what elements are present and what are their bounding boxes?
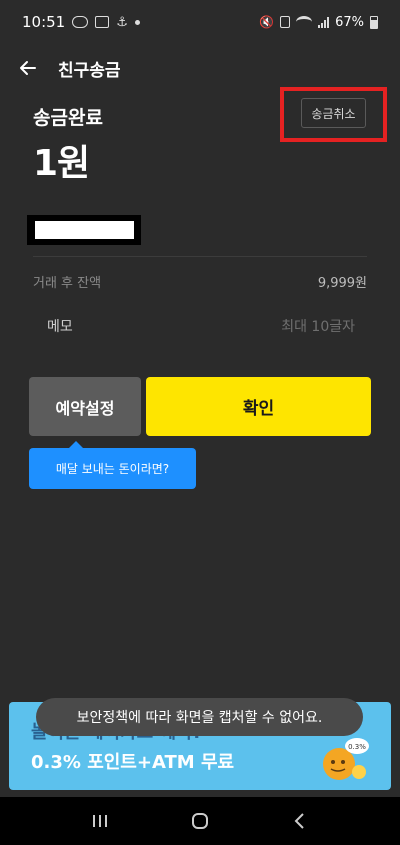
signal-icon (318, 16, 330, 28)
redacted-recipient-fill (35, 221, 134, 239)
more-notifications-dot-icon (134, 19, 140, 25)
status-left: 10:51 ⚓ (22, 13, 140, 31)
banner-line2: 0.3% 포인트+ATM 무료 (31, 752, 235, 773)
status-bar: 10:51 ⚓ 🔇 67% (0, 0, 400, 44)
balance-value: 9,999원 (317, 275, 367, 291)
transfer-complete-label: 송금완료 (33, 107, 103, 129)
memo-label: 메모 (47, 319, 73, 335)
memo-row[interactable]: 메모 최대 10글자 (33, 314, 367, 338)
memo-input[interactable]: 최대 10글자 (281, 316, 355, 336)
arrow-left-icon[interactable] (16, 56, 40, 80)
capture-blocked-toast: 보안정책에 따라 화면을 캡처할 수 없어요. (36, 698, 363, 736)
tooltip-text: 매달 보내는 돈이라면? (55, 462, 170, 476)
anchor-icon: ⚓ (116, 14, 128, 30)
coin-label: 0.3% (348, 743, 366, 751)
back-nav-icon[interactable] (280, 806, 320, 836)
confirm-button[interactable]: 확인 (146, 377, 371, 436)
chat-notification-icon (72, 16, 89, 28)
divider (33, 256, 367, 257)
redacted-recipient (27, 215, 141, 245)
cancel-transfer-button[interactable]: 송금취소 (301, 98, 366, 128)
balance-row: 거래 후 잔액 9,999원 (33, 270, 367, 292)
reservation-settings-button[interactable]: 예약설정 (29, 377, 141, 436)
coin-character-icon: 0.3% (323, 738, 369, 780)
app-header: 친구송금 (0, 44, 400, 92)
monthly-transfer-tooltip[interactable]: 매달 보내는 돈이라면? (29, 441, 196, 489)
image-notification-icon (95, 16, 110, 28)
page-title: 친구송금 (58, 60, 121, 81)
transfer-amount: 1원 (33, 143, 90, 184)
wifi-icon (296, 16, 313, 28)
recent-apps-icon[interactable] (80, 806, 120, 836)
status-right: 🔇 67% (259, 15, 378, 30)
mute-icon: 🔇 (259, 15, 275, 29)
home-icon[interactable] (180, 806, 220, 836)
status-time: 10:51 (22, 13, 66, 31)
tooltip-arrow (69, 441, 83, 448)
alarm-icon (280, 16, 291, 28)
system-nav-bar (0, 797, 400, 845)
battery-percent: 67% (335, 14, 364, 30)
balance-label: 거래 후 잔액 (33, 275, 102, 291)
battery-icon (370, 15, 378, 29)
